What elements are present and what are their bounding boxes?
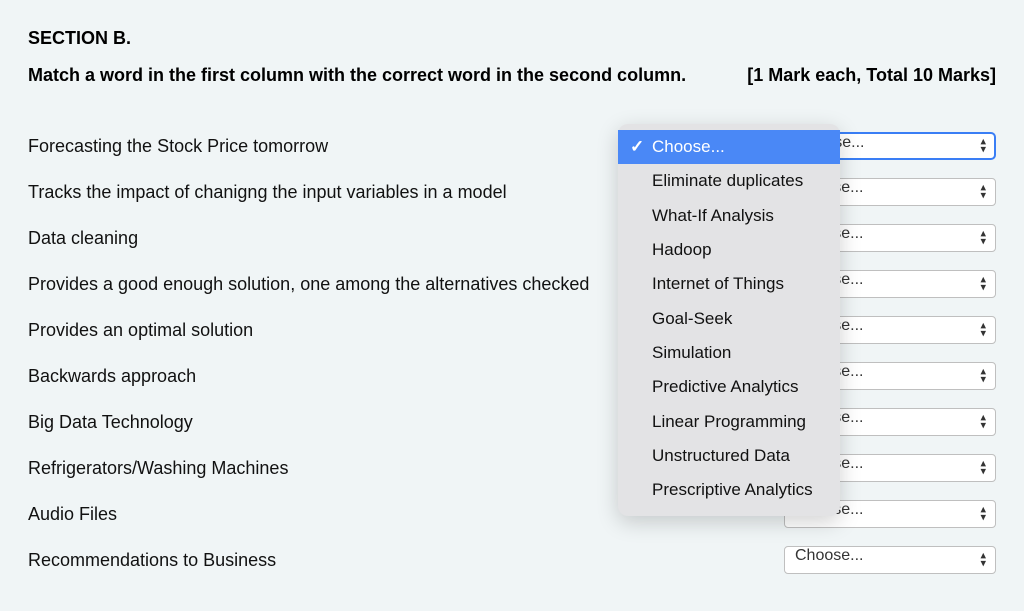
dropdown-option[interactable]: Prescriptive Analytics (618, 473, 840, 507)
table-row: Refrigerators/Washing Machines Choose... (28, 456, 996, 480)
dropdown-option[interactable]: Choose... (618, 130, 840, 164)
dropdown-menu: Choose...Eliminate duplicatesWhat-If Ana… (618, 124, 840, 516)
table-row: Recommendations to Business Choose... (28, 548, 996, 572)
table-row: Data cleaning Choose... (28, 226, 996, 250)
table-row: Tracks the impact of chanigng the input … (28, 180, 996, 204)
section-title: SECTION B. (28, 28, 996, 49)
table-row: Forecasting the Stock Price tomorrow Cho… (28, 134, 996, 158)
dropdown-option[interactable]: Linear Programming (618, 405, 840, 439)
table-row: Audio Files Choose... (28, 502, 996, 526)
instruction-row: Match a word in the first column with th… (28, 65, 996, 86)
match-table: Forecasting the Stock Price tomorrow Cho… (28, 134, 996, 572)
dropdown-option[interactable]: Predictive Analytics (618, 370, 840, 404)
match-select[interactable]: Choose... (784, 546, 996, 574)
dropdown-option[interactable]: Eliminate duplicates (618, 164, 840, 198)
dropdown-option[interactable]: Hadoop (618, 233, 840, 267)
table-row: Provides an optimal solution Choose... (28, 318, 996, 342)
dropdown-option[interactable]: Simulation (618, 336, 840, 370)
marks-text: [1 Mark each, Total 10 Marks] (747, 65, 996, 86)
table-row: Provides a good enough solution, one amo… (28, 272, 996, 296)
instruction-text: Match a word in the first column with th… (28, 65, 686, 86)
table-row: Big Data Technology Choose... (28, 410, 996, 434)
dropdown-option[interactable]: Unstructured Data (618, 439, 840, 473)
table-row: Backwards approach Choose... (28, 364, 996, 388)
row-label: Recommendations to Business (28, 550, 764, 571)
dropdown-option[interactable]: Goal-Seek (618, 302, 840, 336)
dropdown-option[interactable]: Internet of Things (618, 267, 840, 301)
dropdown-option[interactable]: What-If Analysis (618, 199, 840, 233)
